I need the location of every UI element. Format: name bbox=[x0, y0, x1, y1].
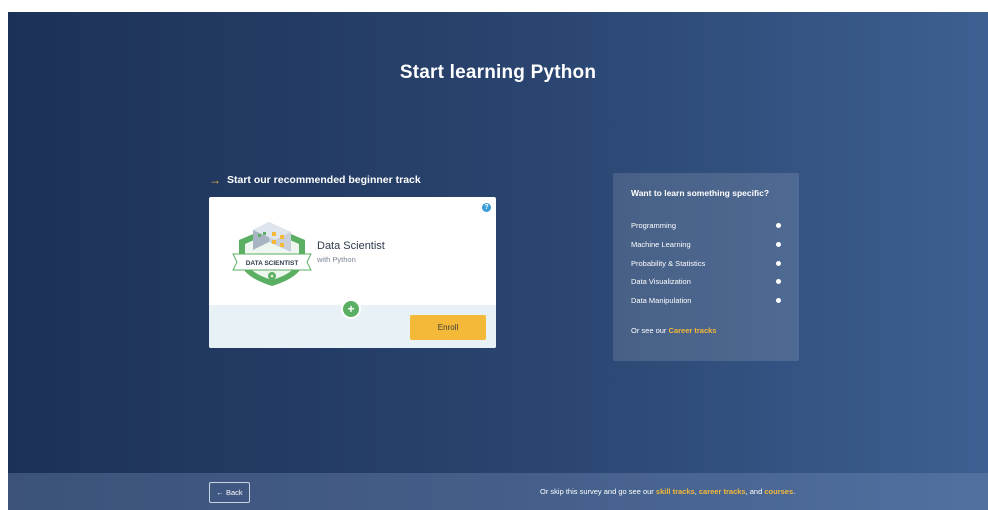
recommended-track-heading: → Start our recommended beginner track bbox=[209, 173, 421, 187]
radio-dot-icon[interactable] bbox=[776, 298, 781, 303]
skip-survey-text: Or skip this survey and go see our skill… bbox=[540, 487, 795, 496]
footer-bar: ← Back Or skip this survey and go see ou… bbox=[8, 473, 988, 510]
radio-dot-icon[interactable] bbox=[776, 223, 781, 228]
skill-tracks-link[interactable]: skill tracks bbox=[656, 487, 695, 496]
page-background: Start learning Python → Start our recomm… bbox=[8, 12, 988, 510]
topic-item-probability-statistics[interactable]: Probability & Statistics bbox=[631, 259, 781, 268]
career-tracks-note: Or see our Career tracks bbox=[631, 326, 716, 335]
topic-item-data-visualization[interactable]: Data Visualization bbox=[631, 277, 781, 286]
radio-dot-icon[interactable] bbox=[776, 261, 781, 266]
topic-label: Data Manipulation bbox=[631, 296, 692, 305]
topic-label: Probability & Statistics bbox=[631, 259, 706, 268]
enroll-button[interactable]: Enroll bbox=[410, 315, 486, 340]
and-text: , and bbox=[745, 487, 763, 496]
topic-label: Data Visualization bbox=[631, 277, 691, 286]
specific-topics-title: Want to learn something specific? bbox=[631, 188, 770, 198]
courses-link[interactable]: courses bbox=[764, 487, 793, 496]
topic-item-data-manipulation[interactable]: Data Manipulation bbox=[631, 296, 781, 305]
data-scientist-badge: DATA SCIENTIST bbox=[232, 222, 312, 286]
radio-dot-icon[interactable] bbox=[776, 242, 781, 247]
specific-topics-panel: Want to learn something specific? Progra… bbox=[613, 173, 799, 361]
track-subtitle: with Python bbox=[317, 255, 356, 264]
recommended-track-heading-text: Start our recommended beginner track bbox=[227, 174, 421, 186]
topic-label: Machine Learning bbox=[631, 240, 691, 249]
page-title: Start learning Python bbox=[399, 62, 597, 83]
career-tracks-footer-link[interactable]: career tracks bbox=[699, 487, 746, 496]
radio-dot-icon[interactable] bbox=[776, 279, 781, 284]
career-tracks-prefix: Or see our bbox=[631, 326, 667, 335]
plus-icon[interactable]: + bbox=[341, 299, 361, 319]
track-name: Data Scientist bbox=[317, 240, 385, 252]
period: . bbox=[793, 487, 796, 496]
topic-item-machine-learning[interactable]: Machine Learning bbox=[631, 240, 781, 249]
badge-label: DATA SCIENTIST bbox=[246, 260, 299, 267]
track-card[interactable]: ? DATA SCIENTIST Data Scientist with Pyt… bbox=[209, 197, 496, 348]
topic-label: Programming bbox=[631, 221, 677, 230]
separator-comma: , bbox=[694, 487, 697, 496]
arrow-right-icon: → bbox=[209, 173, 221, 187]
skip-prefix: Or skip this survey and go see our bbox=[540, 487, 654, 496]
back-button[interactable]: ← Back bbox=[209, 482, 250, 503]
topic-item-programming[interactable]: Programming bbox=[631, 221, 781, 230]
info-icon[interactable]: ? bbox=[482, 203, 491, 212]
career-tracks-link[interactable]: Career tracks bbox=[669, 326, 717, 335]
